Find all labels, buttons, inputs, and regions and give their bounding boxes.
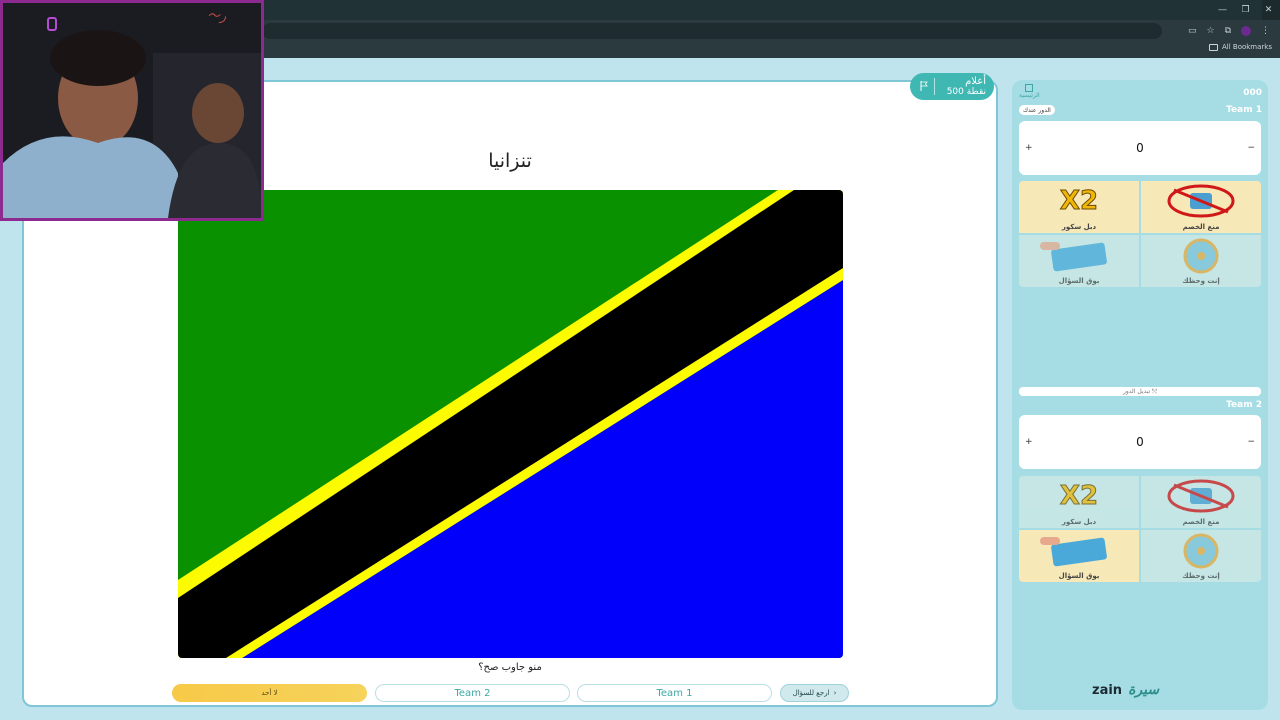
maximize-button[interactable]: ❐: [1234, 0, 1257, 20]
cast-icon[interactable]: ▭: [1188, 26, 1197, 36]
home-button[interactable]: الرئيسية: [1019, 84, 1040, 99]
team2-answer-button[interactable]: Team 2: [375, 684, 570, 702]
team1-increment-button[interactable]: +: [1025, 143, 1033, 153]
all-bookmarks-button[interactable]: All Bookmarks: [1208, 43, 1272, 51]
double-score-icon: X2: [1059, 481, 1098, 510]
team1-answer-button[interactable]: Team 1: [577, 684, 772, 702]
turn-badge: الدور عندك: [1019, 105, 1055, 115]
webcam-overlay: 〜ﺭ: [0, 0, 264, 221]
who-answered-label: منو جاوب صح؟: [478, 662, 542, 673]
team1-double-score-label: دبل سكور: [1061, 223, 1097, 231]
team2-decrement-button[interactable]: −: [1247, 437, 1255, 447]
webcam-feed: [3, 3, 261, 218]
team2-double-score[interactable]: X2 دبل سكور: [1019, 476, 1139, 528]
category-text: أعلام 500 نقطة: [947, 76, 986, 98]
team1-decrement-button[interactable]: −: [1247, 143, 1255, 153]
team1-score: 0: [1136, 141, 1144, 155]
team2-luck-wheel-label: إنت وحظك: [1182, 572, 1220, 580]
window-controls: — ❐ ✕: [1211, 0, 1280, 20]
home-icon: [1025, 84, 1034, 92]
team1-steal-question-label: بوق السؤال: [1058, 277, 1100, 285]
category-name: أعلام: [965, 75, 986, 87]
zain-logo: zain: [1092, 682, 1123, 698]
menu-icon[interactable]: ⋮: [1261, 26, 1270, 36]
question-flag-image: [178, 190, 843, 658]
sponsor-logos: zain سيرة: [1092, 682, 1159, 698]
team2-increment-button[interactable]: +: [1025, 437, 1033, 447]
steal-question-icon: [1040, 537, 1107, 567]
team2-steal-question[interactable]: بوق السؤال: [1019, 530, 1139, 582]
timer-readout: 000: [1243, 88, 1262, 98]
double-score-icon: X2: [1059, 186, 1098, 215]
team1-double-score[interactable]: X2 دبل سكور: [1019, 181, 1139, 233]
team2-luck-wheel[interactable]: إنت وحظك: [1141, 530, 1261, 582]
team2-name: Team 2: [1226, 400, 1262, 410]
home-label: الرئيسية: [1019, 92, 1040, 99]
swap-icon: ⤲: [1152, 387, 1157, 395]
team1-name: Team 1: [1226, 105, 1262, 115]
team2-double-score-label: دبل سكور: [1061, 518, 1097, 526]
brand-logo: سيرة: [1128, 682, 1160, 698]
team2-block-opponent[interactable]: منع الخصم: [1141, 476, 1261, 528]
profile-avatar[interactable]: [1241, 26, 1251, 36]
steal-question-icon: [1040, 242, 1107, 272]
cam-badge-icon: [47, 17, 57, 31]
chevron-right-icon: ›: [833, 689, 837, 697]
team1-lifelines: X2 دبل سكور منع الخصم بوق السؤال إنت وحظ…: [1019, 181, 1261, 287]
svg-text:X2: X2: [1060, 186, 1098, 214]
flag-icon: [920, 81, 928, 91]
close-button[interactable]: ✕: [1257, 0, 1280, 20]
browser-tab[interactable]: [262, 0, 1262, 20]
team2-answer-label: Team 2: [454, 687, 491, 699]
swap-turn-label: تبديل الدور: [1122, 388, 1151, 395]
team2-steal-question-label: بوق السؤال: [1058, 572, 1100, 580]
team1-block-opponent[interactable]: منع الخصم: [1141, 181, 1261, 233]
address-bar[interactable]: [262, 23, 1162, 39]
swap-turn-button[interactable]: تبديل الدور ⤲: [1019, 387, 1261, 396]
category-points: 500 نقطة: [946, 86, 986, 97]
screen: — ❐ ✕ ▭ ☆ ⧉ ⋮ All Bookmarks أعلام 500 نق…: [0, 0, 1280, 720]
back-label: ارجع للسؤال: [792, 689, 830, 697]
block-opponent-icon: [1167, 184, 1235, 218]
team1-answer-label: Team 1: [656, 687, 693, 699]
folder-icon: [1208, 43, 1218, 51]
svg-text:X2: X2: [1060, 481, 1098, 509]
tanzania-flag: [178, 190, 843, 658]
pill-divider: [934, 78, 935, 95]
team1-score-box: + 0 −: [1019, 121, 1261, 175]
nobody-button[interactable]: لا أحد: [172, 684, 367, 702]
team1-luck-wheel[interactable]: إنت وحظك: [1141, 235, 1261, 287]
team2-score-box: + 0 −: [1019, 415, 1261, 469]
nobody-label: لا أحد: [261, 689, 278, 697]
block-opponent-icon: [1167, 479, 1235, 513]
toolbar-icons: ▭ ☆ ⧉ ⋮: [1188, 21, 1270, 41]
back-to-question-button[interactable]: ارجع للسؤال ›: [780, 684, 849, 702]
star-icon[interactable]: ☆: [1206, 26, 1214, 36]
team1-block-opponent-label: منع الخصم: [1182, 223, 1220, 231]
question-title: تنزانيا: [488, 150, 532, 172]
team2-lifelines: X2 دبل سكور منع الخصم بوق السؤال إنت وحظ…: [1019, 476, 1261, 582]
team1-steal-question[interactable]: بوق السؤال: [1019, 235, 1139, 287]
luck-wheel-icon: [1183, 238, 1219, 274]
all-bookmarks-label: All Bookmarks: [1221, 43, 1272, 51]
team2-block-opponent-label: منع الخصم: [1182, 518, 1220, 526]
minimize-button[interactable]: —: [1211, 0, 1234, 20]
category-pill: أعلام 500 نقطة: [910, 73, 994, 100]
team2-score: 0: [1136, 435, 1144, 449]
luck-wheel-icon: [1183, 533, 1219, 569]
channel-logo: 〜ﺭ: [207, 9, 227, 24]
extensions-icon[interactable]: ⧉: [1225, 26, 1231, 36]
team1-luck-wheel-label: إنت وحظك: [1182, 277, 1220, 285]
